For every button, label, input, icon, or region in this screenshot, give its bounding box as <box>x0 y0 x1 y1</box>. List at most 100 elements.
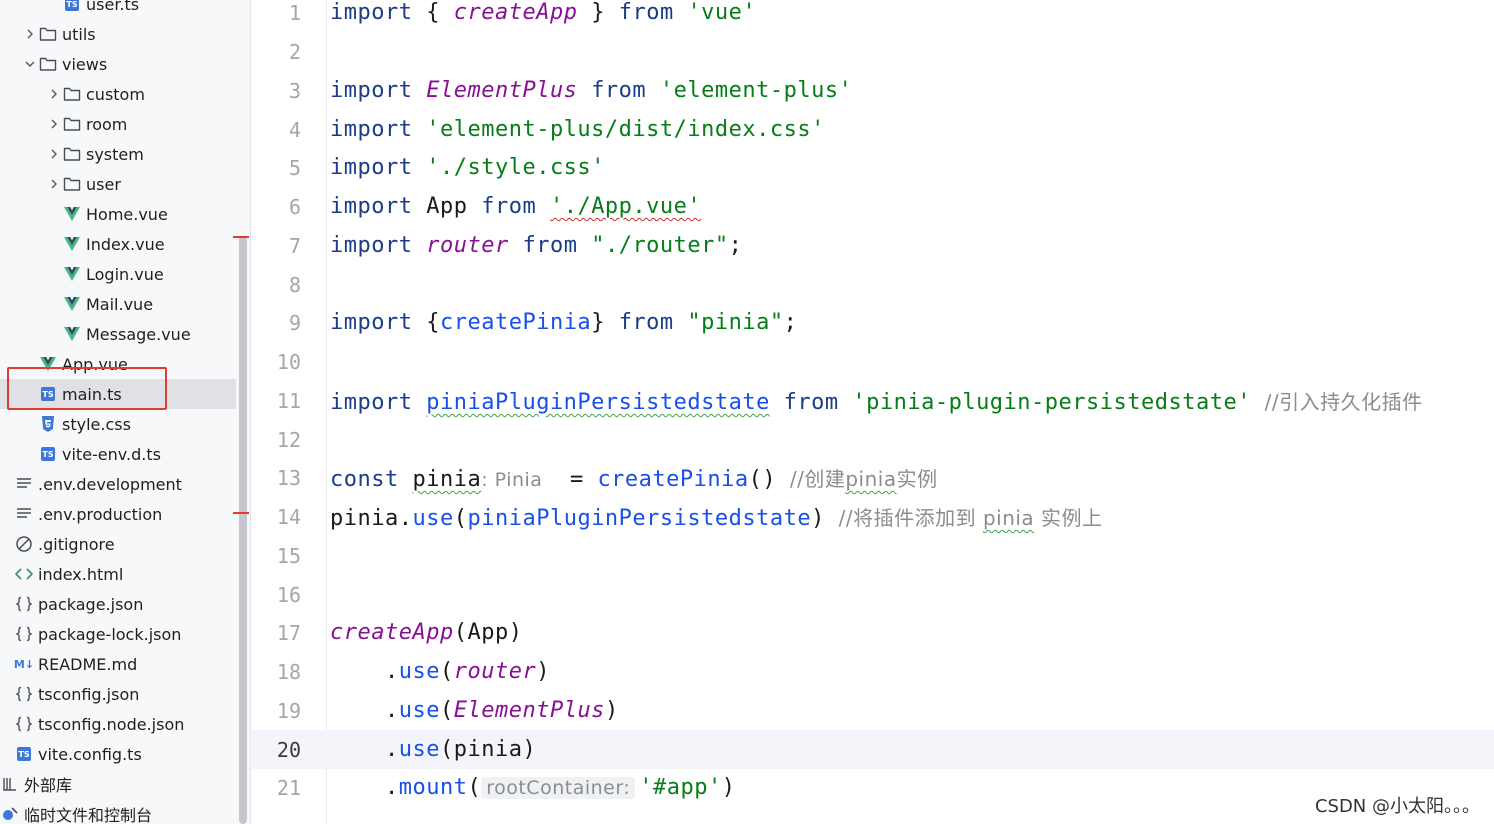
tree-item-views[interactable]: views <box>0 49 236 79</box>
token-keyword: from <box>591 78 647 103</box>
tree-item-index-html[interactable]: index.html <box>0 559 236 589</box>
tree-item-app-vue[interactable]: App.vue <box>0 349 236 379</box>
vue-file-icon <box>62 289 82 319</box>
tree-item-tsconfig-node-json[interactable]: tsconfig.node.json <box>0 709 236 739</box>
tree-item-env-production[interactable]: .env.production <box>0 499 236 529</box>
code-text: createApp(App) <box>330 620 522 645</box>
tree-item-gitignore[interactable]: .gitignore <box>0 529 236 559</box>
code-editor[interactable]: 1 import { createApp } from 'vue' 2 3 impo… <box>251 0 1494 824</box>
json-file-icon <box>14 619 34 649</box>
code-line-12[interactable]: 12 <box>251 420 1494 459</box>
chevron-right-icon[interactable] <box>46 139 62 169</box>
code-line-11[interactable]: 11 import piniaPluginPersistedstate from … <box>251 381 1494 420</box>
tree-item-user-ts[interactable]: TS user.ts <box>0 0 236 19</box>
tree-item-mail-vue[interactable]: Mail.vue <box>0 289 236 319</box>
code-text: import ElementPlus from 'element-plus' <box>330 78 852 103</box>
token-punct: ; <box>728 233 743 258</box>
tree-item-vite-env-d-ts[interactable]: TS vite-env.d.ts <box>0 439 236 469</box>
token-keyword: import <box>330 390 413 415</box>
token-keyword: import <box>330 155 413 180</box>
tree-item-main-ts[interactable]: TS main.ts <box>0 379 236 409</box>
folder-icon <box>38 19 58 49</box>
tree-item-package-json[interactable]: package.json <box>0 589 236 619</box>
token-identifier: pinia <box>330 506 399 531</box>
tree-item-index-vue[interactable]: Index.vue <box>0 229 236 259</box>
code-line-21[interactable]: 21 .mount(rootContainer: '#app') <box>251 768 1494 807</box>
tree-item-style-css[interactable]: style.css <box>0 409 236 439</box>
ts-file-icon: TS <box>62 0 82 19</box>
token-punct: . <box>398 506 413 531</box>
token-comment: pinia <box>982 506 1035 530</box>
tree-item-vite-config-ts[interactable]: TS vite.config.ts <box>0 739 236 769</box>
code-line-17[interactable]: 17 createApp(App) <box>251 613 1494 652</box>
chevron-right-icon[interactable] <box>46 169 62 199</box>
text-file-icon <box>14 469 34 499</box>
tree-item-package-lock-json[interactable]: package-lock.json <box>0 619 236 649</box>
code-line-16[interactable]: 16 <box>251 575 1494 614</box>
sidebar-scrollbar-thumb[interactable] <box>239 236 247 824</box>
code-line-3[interactable]: 3 import ElementPlus from 'element-plus' <box>251 71 1494 110</box>
error-stripe-mark <box>233 512 249 514</box>
token-punct: ( <box>439 698 454 723</box>
code-line-19[interactable]: 19 .use(ElementPlus) <box>251 691 1494 730</box>
code-line-14[interactable]: 14 pinia.use(piniaPluginPersistedstate) /… <box>251 497 1494 536</box>
code-line-9[interactable]: 9 import {createPinia} from "pinia"; <box>251 303 1494 342</box>
tree-item-utils[interactable]: utils <box>0 19 236 49</box>
folder-icon <box>62 79 82 109</box>
code-line-6[interactable]: 6 import App from './App.vue' <box>251 187 1494 226</box>
tree-item-readme-md[interactable]: M↓ README.md <box>0 649 236 679</box>
css-file-icon <box>38 409 58 439</box>
tree-item-label: system <box>86 144 144 164</box>
code-line-18[interactable]: 18 .use(router) <box>251 652 1494 691</box>
markdown-file-icon: M↓ <box>13 657 35 671</box>
json-file-icon <box>14 589 34 619</box>
token-string: 'pinia-plugin-persistedstate' <box>852 390 1251 415</box>
ts-file-icon: TS <box>14 739 34 769</box>
code-line-4[interactable]: 4 import 'element-plus/dist/index.css' <box>251 110 1494 149</box>
tree-item-custom[interactable]: custom <box>0 79 236 109</box>
line-number: 15 <box>276 543 301 568</box>
token-function: use <box>398 659 440 684</box>
tree-item-login-vue[interactable]: Login.vue <box>0 259 236 289</box>
error-stripe-mark <box>233 236 249 238</box>
tree-item-label: Index.vue <box>86 234 165 254</box>
folder-icon <box>62 109 82 139</box>
line-number: 19 <box>276 698 301 723</box>
code-line-5[interactable]: 5 import './style.css' <box>251 148 1494 187</box>
code-line-15[interactable]: 15 <box>251 536 1494 575</box>
chevron-right-icon[interactable] <box>22 19 38 49</box>
tree-item-[interactable]: 临时文件和控制台 <box>0 799 236 824</box>
tree-item-home-vue[interactable]: Home.vue <box>0 199 236 229</box>
token-punct: { <box>412 310 440 335</box>
chevron-down-icon[interactable] <box>22 49 38 79</box>
code-line-10[interactable]: 10 <box>251 342 1494 381</box>
ts-file-icon: TS <box>38 379 58 409</box>
code-line-7[interactable]: 7 import router from "./router"; <box>251 226 1494 265</box>
code-line-1[interactable]: 1 import { createApp } from 'vue' <box>251 0 1494 32</box>
tree-item-tsconfig-json[interactable]: tsconfig.json <box>0 679 236 709</box>
tree-item-room[interactable]: room <box>0 109 236 139</box>
text-file-icon <box>14 499 34 529</box>
tree-item-label: Home.vue <box>86 204 168 224</box>
tree-item-[interactable]: 外部库 <box>0 769 236 799</box>
code-line-13[interactable]: 13 const pinia: Pinia = createPinia() //创… <box>251 458 1494 497</box>
code-line-2[interactable]: 2 <box>251 32 1494 71</box>
chevron-right-icon[interactable] <box>46 79 62 109</box>
code-line-20[interactable]: 20 .use(pinia) <box>251 730 1494 769</box>
tree-item-label: package.json <box>38 594 144 614</box>
tree-item-env-development[interactable]: .env.development <box>0 469 236 499</box>
token-keyword: from <box>522 233 578 258</box>
token-punct: . <box>330 775 399 800</box>
token-function: mount <box>398 775 468 800</box>
token-function: createPinia <box>597 467 749 492</box>
tree-item-user[interactable]: user <box>0 169 236 199</box>
tree-item-label: README.md <box>38 654 138 674</box>
chevron-right-icon[interactable] <box>46 109 62 139</box>
token-punct: ( <box>453 506 468 531</box>
tree-item-message-vue[interactable]: Message.vue <box>0 319 236 349</box>
tree-item-system[interactable]: system <box>0 139 236 169</box>
code-line-8[interactable]: 8 <box>251 265 1494 304</box>
code-text: .mount(rootContainer: '#app') <box>330 775 735 800</box>
